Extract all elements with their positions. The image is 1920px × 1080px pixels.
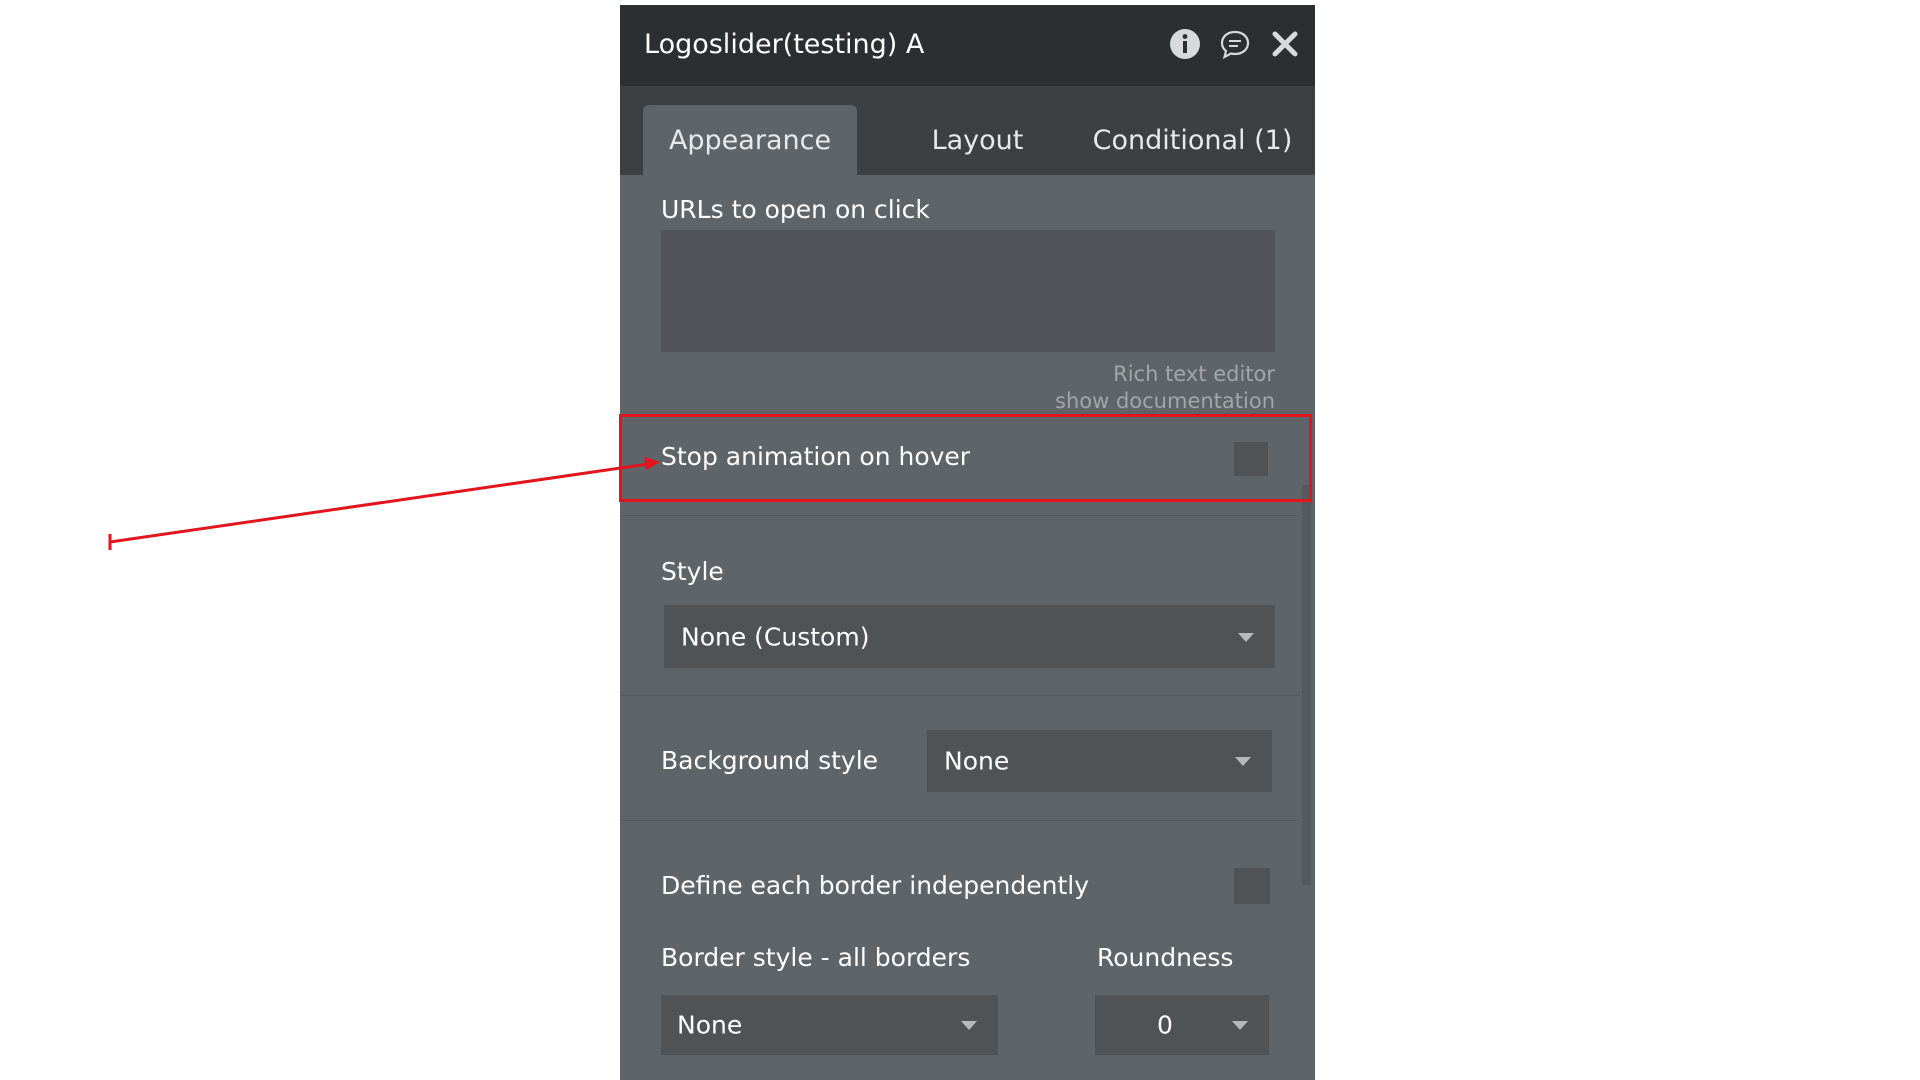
- annotation-arrow: [108, 457, 660, 550]
